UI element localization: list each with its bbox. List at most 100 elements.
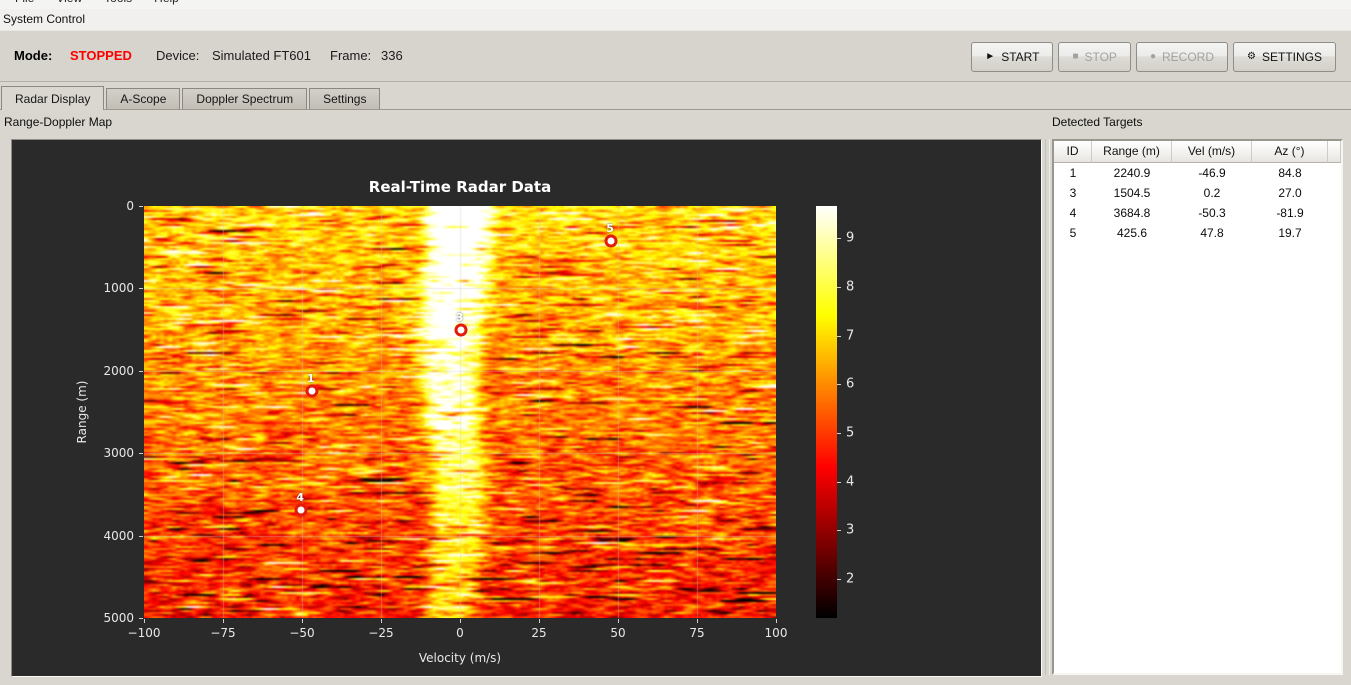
x-tick-mark [697,619,698,623]
cell-id: 1 [1069,166,1077,180]
cell-az: 19.7 [1278,226,1302,240]
x-tick-mark [460,619,461,623]
colorbar-tick-label: 5 [846,425,855,441]
y-tick-label: 4000 [103,528,134,543]
y-tick-mark [139,618,143,619]
menu-item-file[interactable]: File [4,0,45,8]
start-icon: ► [985,51,996,62]
x-tick-mark [539,619,540,623]
column-header-id[interactable]: ID [1054,141,1092,163]
table-row[interactable]: 3 1504.5 0.2 27.0 [1054,183,1341,203]
cell-az: 84.8 [1278,166,1302,180]
cell-range: 1504.5 [1113,186,1151,200]
settings-icon: ⚙ [1247,51,1256,62]
menu-item-view[interactable]: View [45,0,93,8]
range-doppler-plot-panel: Real-Time Radar Data Velocity (m/s) Rang… [11,139,1042,677]
mode-value: STOPPED [70,48,132,63]
control-buttons: ► START ■ STOP ● RECORD ⚙ SETTINGS [971,42,1336,72]
start-button-label: START [1001,50,1040,64]
record-button[interactable]: ● RECORD [1135,42,1229,72]
tab-a-scope[interactable]: A-Scope [106,88,181,109]
table-header-row: ID Range (m) Vel (m/s) Az (°) [1054,141,1341,163]
table-body: 1 2240.9 -46.9 84.8 3 1504.5 0.2 27.0 4 3684.8 -50… [1054,163,1341,243]
settings-button[interactable]: ⚙ SETTINGS [1233,42,1336,72]
colorbar-tick-mark [837,579,841,581]
cell-range: 2240.9 [1113,166,1151,180]
target-marker-label-5: 5 [606,222,614,236]
x-tick-mark [618,619,619,623]
colorbar-tick-label: 8 [846,279,855,295]
y-tick-label: 0 [126,199,134,213]
x-tick-mark [223,619,224,623]
x-tick-label: −100 [127,626,161,640]
cell-vel: 0.2 [1203,186,1221,200]
x-tick-label: 75 [689,626,705,640]
system-control-label: System Control [3,12,86,26]
x-tick-mark [776,619,777,623]
y-tick-label: 3000 [103,446,134,461]
column-header-az[interactable]: Az (°) [1252,141,1328,163]
x-tick-label: −25 [368,626,394,640]
colorbar-tick-label: 9 [846,230,855,246]
system-control-group-header: System Control [0,9,1351,30]
y-tick-label: 2000 [103,363,134,378]
range-doppler-heatmap [144,206,776,618]
table-row[interactable]: 5 425.6 47.8 19.7 [1054,223,1341,243]
table-row[interactable]: 1 2240.9 -46.9 84.8 [1054,163,1341,183]
column-header-vel[interactable]: Vel (m/s) [1172,141,1252,163]
x-tick-label: 100 [764,626,788,640]
device-label: Device: [156,48,200,63]
colorbar-tick-mark [837,384,841,386]
tab-radar-display[interactable]: Radar Display [1,86,105,110]
x-tick-label: −75 [210,626,236,640]
cell-vel: -50.3 [1198,206,1226,220]
cell-id: 4 [1069,206,1077,220]
colorbar-tick-label: 3 [846,522,855,538]
detected-targets-panel: ID Range (m) Vel (m/s) Az (°) 1 2240.9 -46.9 8… [1052,139,1343,675]
tab-pane-edge [0,109,1351,110]
target-marker-3 [454,323,468,337]
y-tick-mark [139,535,143,537]
colorbar-tick-mark [837,238,841,240]
tab-bar: Radar Display A-Scope Doppler Spectrum Sett… [1,86,382,110]
menu-item-tools[interactable]: Tools [93,0,143,8]
colorbar-tick-label: 7 [846,328,855,344]
target-marker-label-1: 1 [306,371,315,385]
start-button[interactable]: ► START [971,42,1054,72]
record-icon: ● [1149,51,1156,62]
panel-splitter[interactable] [1045,139,1050,675]
mode-label: Mode: [14,48,53,63]
colorbar-tick-mark [837,286,841,288]
stop-icon: ■ [1072,51,1079,62]
range-doppler-map-caption: Range-Doppler Map [4,115,113,129]
colorbar-tick-mark [837,481,841,483]
colorbar-tick-label: 2 [846,571,855,587]
colorbar [816,206,837,618]
frame-value: 336 [381,48,403,63]
system-control-bar: Mode: STOPPED Device: Simulated FT601 Fr… [0,30,1351,82]
y-tick-label: 5000 [103,611,134,625]
y-tick-mark [139,288,143,290]
colorbar-tick-mark [837,530,841,532]
table-row[interactable]: 4 3684.8 -50.3 -81.9 [1054,203,1341,223]
cell-vel: -46.9 [1198,166,1226,180]
tab-doppler-spectrum[interactable]: Doppler Spectrum [182,88,308,109]
y-tick-mark [139,370,143,372]
cell-range: 425.6 [1116,226,1148,240]
target-marker-4 [294,503,308,517]
column-header-range[interactable]: Range (m) [1092,141,1172,163]
cell-az: 27.0 [1278,186,1302,200]
column-header-filler [1328,141,1341,163]
target-marker-label-3: 3 [455,310,464,324]
x-tick-mark [381,619,382,623]
cell-az: -81.9 [1276,206,1304,220]
x-tick-label: −50 [289,626,315,640]
menu-item-help[interactable]: Help [143,0,190,8]
tab-settings[interactable]: Settings [309,88,381,109]
y-axis-label: Range (m) [75,380,89,444]
y-tick-mark [139,206,143,207]
stop-button[interactable]: ■ STOP [1058,42,1131,72]
target-marker-1 [305,384,319,398]
record-button-label: RECORD [1162,50,1215,64]
plot-title: Real-Time Radar Data [368,178,552,196]
